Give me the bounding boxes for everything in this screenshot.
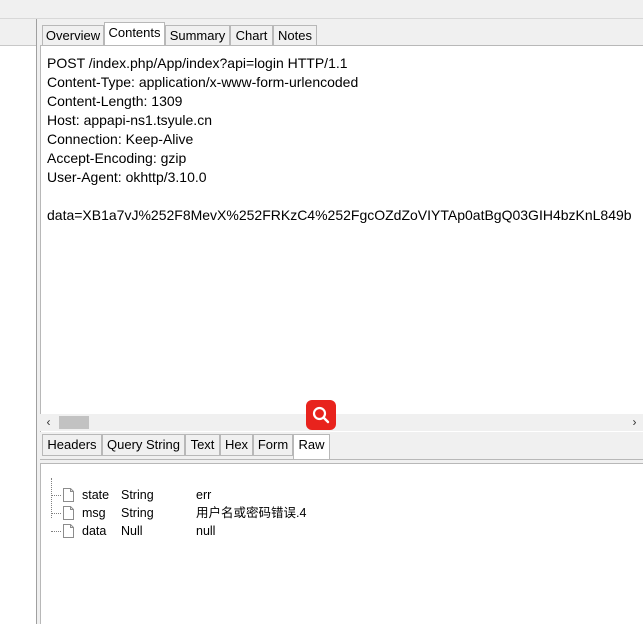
tree-value: null — [196, 524, 216, 538]
tab-headers[interactable]: Headers — [42, 434, 102, 456]
tree-branch — [51, 531, 61, 532]
search-button[interactable] — [306, 400, 336, 430]
file-icon — [63, 524, 74, 538]
request-line: POST /index.php/App/index?api=login HTTP… — [47, 55, 348, 71]
tree-branch — [51, 495, 61, 496]
tab-overview[interactable]: Overview — [42, 25, 104, 45]
scroll-left-arrow-icon[interactable]: ‹ — [40, 414, 57, 431]
tree-value: 用户名或密码错误.4 — [196, 506, 307, 520]
tree-row[interactable]: msg String 用户名或密码错误.4 — [41, 504, 641, 522]
top-tab-bar: Overview Contents Summary Chart Notes — [40, 19, 643, 45]
scroll-right-arrow-icon[interactable]: › — [626, 414, 643, 431]
window-top-strip — [0, 0, 643, 19]
response-tree[interactable]: state String err msg String 用户名或密码错误.4 d… — [40, 463, 643, 624]
header-line: User-Agent: okhttp/3.10.0 — [47, 169, 207, 185]
scrollbar-thumb[interactable] — [59, 416, 89, 429]
request-raw-view[interactable]: POST /index.php/App/index?api=login HTTP… — [40, 45, 643, 432]
file-icon — [63, 488, 74, 502]
body-line: data=XB1a7vJ%252F8MevX%252FRKzC4%252FgcO… — [47, 207, 632, 223]
tab-notes[interactable]: Notes — [273, 25, 317, 45]
header-line: Content-Type: application/x-www-form-url… — [47, 74, 359, 90]
tab-form[interactable]: Form — [253, 434, 293, 456]
tab-contents[interactable]: Contents — [104, 22, 165, 45]
tree-key: msg — [82, 506, 106, 520]
left-panel-header — [0, 19, 36, 46]
tree-type: String — [121, 506, 154, 520]
tree-type: Null — [121, 524, 143, 538]
tree-branch — [51, 513, 61, 514]
inspector-panel: Overview Contents Summary Chart Notes PO… — [40, 19, 643, 624]
tree-row[interactable]: state String err — [41, 486, 641, 504]
tree-key: data — [82, 524, 107, 538]
search-icon — [312, 406, 330, 424]
tree-type: String — [121, 488, 154, 502]
file-icon — [63, 506, 74, 520]
tab-query-string[interactable]: Query String — [102, 434, 185, 456]
request-raw-text: POST /index.php/App/index?api=login HTTP… — [47, 54, 632, 225]
header-line: Accept-Encoding: gzip — [47, 150, 187, 166]
horizontal-scrollbar[interactable]: ‹ › — [40, 414, 643, 431]
left-panel — [0, 19, 37, 624]
tab-raw[interactable]: Raw — [293, 434, 330, 459]
tab-hex[interactable]: Hex — [220, 434, 253, 456]
header-line: Content-Length: 1309 — [47, 93, 183, 109]
bottom-tab-bar: Headers Query String Text Hex Form Raw — [40, 432, 643, 460]
tree-row[interactable]: data Null null — [41, 522, 641, 540]
tab-chart[interactable]: Chart — [230, 25, 273, 45]
tab-text[interactable]: Text — [185, 434, 220, 456]
tree-key: state — [82, 488, 110, 502]
header-line: Host: appapi-ns1.tsyule.cn — [47, 112, 212, 128]
tree-value: err — [196, 488, 212, 502]
tab-summary[interactable]: Summary — [165, 25, 230, 45]
header-line: Connection: Keep-Alive — [47, 131, 194, 147]
